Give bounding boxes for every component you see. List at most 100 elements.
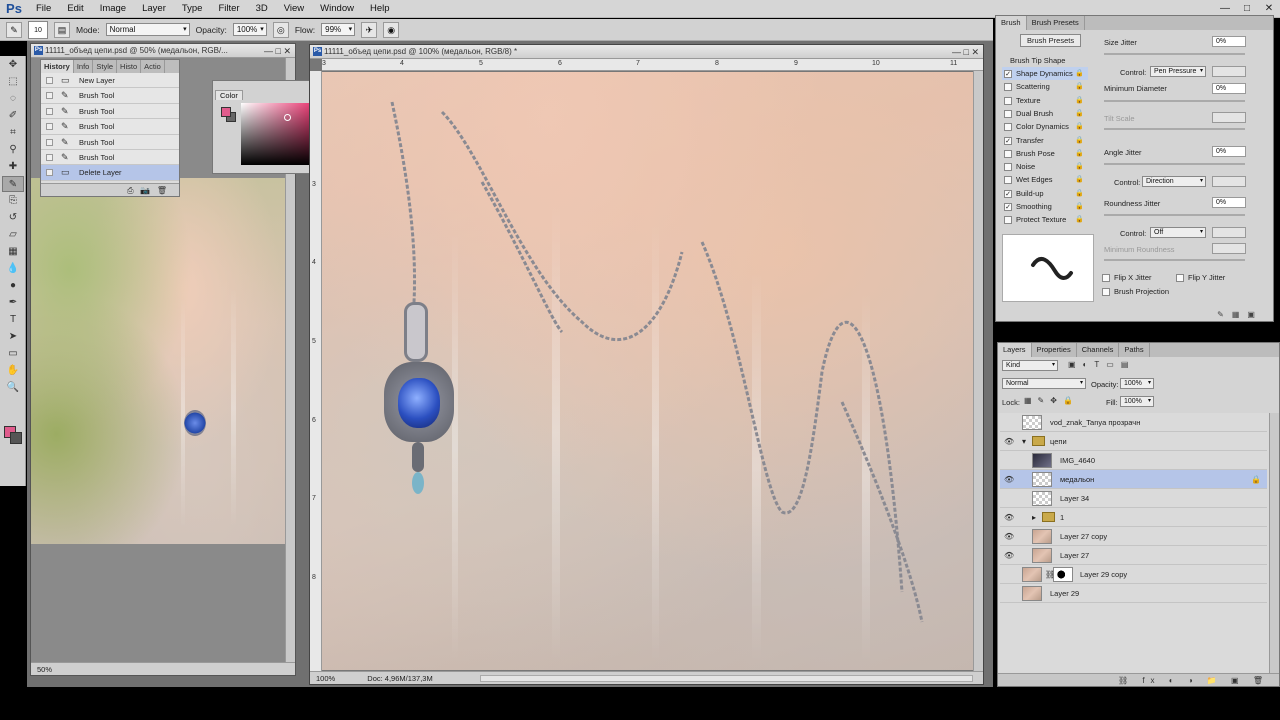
history-item[interactable]: ✎ Brush Tool (41, 134, 179, 150)
option-texture[interactable]: Texture 🔒 (1002, 94, 1088, 107)
layer-name[interactable]: Layer 27 copy (1060, 527, 1107, 546)
layer-mask-thumbnail[interactable] (1053, 567, 1073, 582)
menu-image[interactable]: Image (92, 0, 134, 18)
size-control-select[interactable]: Pen Pressure (1150, 66, 1206, 77)
background-color-swatch[interactable] (10, 432, 22, 444)
blur-tool-icon[interactable]: 💧 (2, 261, 24, 277)
tab-brush[interactable]: Brush (996, 16, 1027, 30)
type-tool-icon[interactable]: T (2, 312, 24, 328)
lock-icon[interactable]: 🔒 (1075, 200, 1084, 213)
option-brush-pose[interactable]: Brush Pose 🔒 (1002, 147, 1088, 160)
menu-filter[interactable]: Filter (210, 0, 247, 18)
group-expand-icon[interactable]: ▾ (1022, 432, 1026, 451)
menu-view[interactable]: View (276, 0, 312, 18)
tab-channels[interactable]: Channels (1077, 343, 1120, 357)
history-snapshot-checkbox[interactable] (46, 153, 53, 161)
visibility-toggle-icon[interactable]: 👁 (1004, 508, 1016, 527)
min-diameter-slider[interactable] (1104, 100, 1245, 102)
layer-group-row[interactable]: 👁 ▸ 1 (1000, 508, 1267, 527)
menu-file[interactable]: File (28, 0, 59, 18)
lock-icon[interactable]: 🔒 (1075, 213, 1084, 226)
shape-tool-icon[interactable]: ▭ (2, 346, 24, 362)
gradient-tool-icon[interactable]: ▦ (2, 244, 24, 260)
lock-icons[interactable]: ▦✎✥🔒 (1024, 396, 1079, 405)
lock-icon[interactable]: 🔒 (1075, 107, 1084, 120)
hand-tool-icon[interactable]: ✋ (2, 363, 24, 379)
tilt-scale-slider[interactable] (1104, 128, 1245, 130)
layer-row[interactable]: IMG_4640 (1000, 451, 1267, 470)
brush-preset-icon[interactable]: ✎ (6, 21, 22, 38)
option-wet-edges[interactable]: Wet Edges 🔒 (1002, 173, 1088, 186)
visibility-toggle-icon[interactable]: 👁 (1004, 470, 1016, 489)
lock-icon[interactable]: 🔒 (1075, 134, 1084, 147)
brush-projection-option[interactable]: Brush Projection (1102, 286, 1252, 298)
brush-tip-shape-label[interactable]: Brush Tip Shape (1010, 56, 1065, 65)
checkbox[interactable] (1004, 216, 1012, 225)
opacity-input[interactable]: 100% (232, 23, 267, 36)
group-expand-icon[interactable]: ▸ (1032, 508, 1036, 527)
flow-input[interactable]: 99% (321, 23, 356, 36)
airbrush-icon[interactable]: ✈ (361, 21, 378, 38)
lock-icon[interactable]: 🔒 (1075, 80, 1084, 93)
doc2-vertical-scrollbar[interactable] (973, 71, 983, 671)
quick-select-tool-icon[interactable]: ✐ (2, 108, 24, 124)
visibility-toggle-icon[interactable]: 👁 (1004, 527, 1016, 546)
document-title-bar[interactable]: Ps 11111_объед цепи.psd @ 50% (медальон,… (31, 44, 295, 58)
clone-tool-icon[interactable]: ⎘ (2, 193, 24, 209)
menu-layer[interactable]: Layer (134, 0, 174, 18)
flip-y-checkbox[interactable] (1176, 274, 1184, 282)
layer-row[interactable]: Layer 29 (1000, 584, 1267, 603)
tab-layers[interactable]: Layers (998, 343, 1032, 357)
zoom-tool-icon[interactable]: 🔍 (2, 380, 24, 396)
checkbox[interactable] (1004, 123, 1012, 132)
size-control-field[interactable] (1212, 66, 1246, 77)
layer-name[interactable]: Layer 29 copy (1080, 565, 1127, 584)
tab-color[interactable]: Color (215, 90, 243, 100)
doc-window-buttons[interactable]: — □ ✕ (952, 45, 979, 58)
menu-window[interactable]: Window (312, 0, 362, 18)
angle-jitter-slider[interactable] (1104, 163, 1245, 165)
brush-projection-checkbox[interactable] (1102, 288, 1110, 296)
doc2-zoom-level[interactable]: 100% (316, 674, 335, 683)
angle-control-select[interactable]: Direction (1142, 176, 1206, 187)
history-item[interactable]: ✎ Brush Tool (41, 103, 179, 120)
layer-opacity-input[interactable]: 100% (1120, 378, 1154, 389)
dodge-tool-icon[interactable]: ● (2, 278, 24, 294)
layer-row[interactable]: 👁 Layer 27 copy (1000, 527, 1267, 546)
pressure-opacity-icon[interactable]: ◎ (272, 21, 289, 38)
marquee-tool-icon[interactable]: ⬚ (2, 74, 24, 90)
layers-scrollbar[interactable] (1269, 413, 1279, 673)
visibility-toggle-icon[interactable]: 👁 (1004, 546, 1016, 565)
eyedropper-tool-icon[interactable]: ⚲ (2, 142, 24, 158)
checkbox[interactable] (1004, 176, 1012, 185)
checkbox[interactable] (1004, 96, 1012, 105)
size-jitter-input[interactable]: 0% (1212, 36, 1246, 47)
option-transfer[interactable]: ✓ Transfer 🔒 (1002, 134, 1088, 147)
checkbox[interactable] (1004, 163, 1012, 172)
option-smoothing[interactable]: ✓ Smoothing 🔒 (1002, 200, 1088, 213)
doc2-horizontal-scrollbar[interactable] (480, 675, 973, 682)
min-roundness-slider[interactable] (1104, 259, 1245, 261)
option-protect-texture[interactable]: Protect Texture 🔒 (1002, 213, 1088, 226)
history-item[interactable]: ✎ Brush Tool (41, 119, 179, 135)
angle-jitter-input[interactable]: 0% (1212, 146, 1246, 157)
brush-panel-toggle-icon[interactable]: ▤ (54, 21, 70, 38)
canvas-main[interactable] (322, 72, 976, 670)
color-picker-ring[interactable] (284, 114, 291, 121)
checkbox[interactable]: ✓ (1004, 70, 1012, 78)
lock-icon[interactable]: 🔒 (1075, 94, 1084, 107)
brush-presets-button[interactable]: Brush Presets (1020, 34, 1082, 47)
roundness-control-field[interactable] (1212, 227, 1246, 238)
new-snapshot-icon[interactable]: 📷 (140, 186, 150, 195)
flip-x-checkbox[interactable] (1102, 274, 1110, 282)
tilt-scale-input[interactable] (1212, 112, 1246, 123)
checkbox[interactable] (1004, 83, 1012, 92)
layers-footer-icons[interactable]: ⛓ fx ◐ ◑ 📁 ▣ 🗑 (998, 673, 1279, 686)
option-build-up[interactable]: ✓ Build-up 🔒 (1002, 187, 1088, 200)
doc2-info[interactable]: Doc: 4,96M/137,3M (367, 674, 432, 683)
tab-styles[interactable]: Style (93, 60, 118, 73)
flip-y-jitter-option[interactable]: Flip Y Jitter (1176, 272, 1256, 284)
history-snapshot-checkbox[interactable] (46, 123, 53, 131)
menu-edit[interactable]: Edit (59, 0, 91, 18)
tab-paths[interactable]: Paths (1119, 343, 1150, 357)
